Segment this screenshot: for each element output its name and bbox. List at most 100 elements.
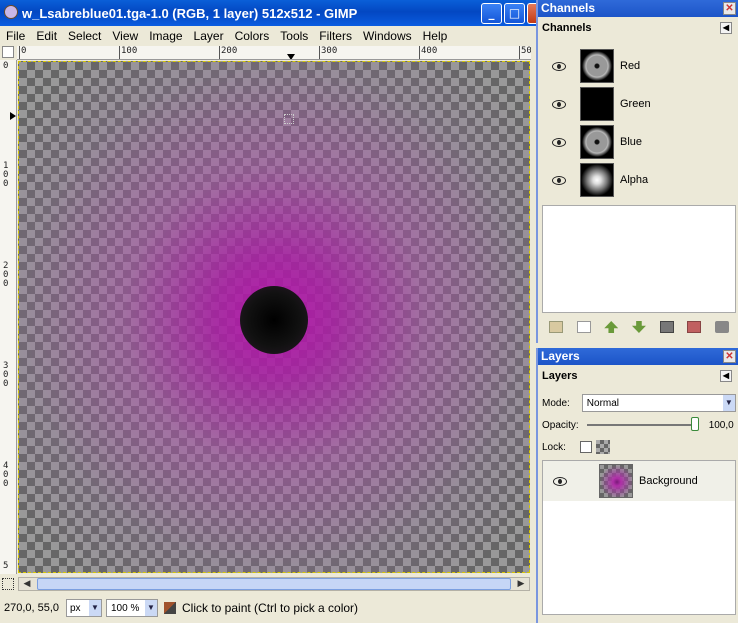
menu-windows[interactable]: Windows [357, 29, 417, 43]
scroll-right-arrow-icon[interactable]: ▶ [514, 579, 528, 589]
menu-file[interactable]: File [0, 29, 30, 43]
tab-menu-icon[interactable]: ◀ [720, 22, 732, 34]
close-button[interactable] [527, 3, 536, 24]
window-title: w_Lsabreblue01.tga-1.0 (RGB, 1 layer) 51… [22, 5, 358, 21]
menu-bar: File Edit Select View Image Layer Colors… [0, 26, 536, 46]
channels-tab-header: Channels ◀ [538, 17, 738, 39]
opacity-row: Opacity: 100,0 [542, 415, 738, 435]
channels-dock-title-text: Channels [541, 1, 596, 15]
lock-pixels-checkbox[interactable] [579, 441, 592, 453]
layers-dock-title[interactable]: Layers ✕ [538, 348, 738, 365]
menu-colors[interactable]: Colors [229, 29, 275, 43]
ruler-label: 100 [121, 46, 138, 56]
ruler-label: 200 [221, 46, 238, 56]
menu-tools[interactable]: Tools [274, 29, 313, 43]
menu-view[interactable]: View [106, 29, 143, 43]
eye-icon[interactable] [552, 137, 566, 147]
close-icon[interactable]: ✕ [723, 350, 736, 363]
channel-button-row [542, 317, 736, 337]
eye-icon[interactable] [553, 476, 567, 486]
layer-thumbnail [599, 464, 633, 498]
menu-edit[interactable]: Edit [30, 29, 62, 43]
tab-menu-icon[interactable]: ◀ [720, 370, 732, 382]
lock-row: Lock: [542, 437, 610, 457]
horizontal-ruler[interactable]: 0 100 200 300 400 50 [17, 46, 531, 60]
channel-row-blue[interactable]: Blue [542, 123, 738, 161]
ruler-label: 3 0 0 [3, 361, 9, 389]
mode-value: Normal [586, 397, 620, 409]
channel-row-alpha[interactable]: Alpha [542, 161, 738, 199]
chevron-down-icon: ▼ [145, 600, 157, 616]
menu-help[interactable]: Help [417, 29, 453, 43]
close-icon[interactable]: ✕ [723, 2, 736, 15]
raise-channel-icon[interactable] [604, 321, 619, 333]
menu-filters[interactable]: Filters [313, 29, 357, 43]
channel-name: Blue [620, 136, 643, 148]
channel-row-green[interactable]: Green [542, 85, 738, 123]
layer-name: Background [639, 475, 698, 487]
channels-header-label: Channels [542, 22, 592, 34]
lower-channel-icon[interactable] [631, 321, 646, 333]
unit-selector[interactable]: px ▼ [66, 599, 102, 617]
new-channel-icon[interactable] [576, 321, 591, 333]
layer-list: Background [542, 460, 736, 615]
layers-dock: Layers ✕ Layers ◀ Mode: Normal ▼ Opacity… [536, 348, 738, 623]
ruler-label: 300 [321, 46, 338, 56]
channel-list: Red Green Blue Alpha [542, 47, 738, 207]
image-menu-corner-button[interactable] [2, 46, 14, 58]
menu-layer[interactable]: Layer [188, 29, 229, 43]
quick-mask-toggle[interactable] [2, 578, 14, 590]
minimize-button[interactable]: _ [481, 3, 502, 24]
menu-select[interactable]: Select [62, 29, 106, 43]
layers-tab-header: Layers ◀ [538, 365, 738, 387]
mode-row: Mode: Normal ▼ [542, 393, 736, 413]
zoom-selector[interactable]: 100 % ▼ [106, 599, 158, 617]
image-window: w_Lsabreblue01.tga-1.0 (RGB, 1 layer) 51… [0, 0, 536, 623]
opacity-label: Opacity: [542, 419, 579, 431]
channel-to-selection-icon[interactable] [687, 321, 702, 333]
channel-name: Green [620, 98, 651, 110]
brush-cursor [284, 114, 294, 124]
zoom-value: 100 % [111, 602, 140, 614]
edit-channel-icon[interactable] [548, 321, 563, 333]
trash-icon[interactable] [715, 321, 730, 333]
pointer-coordinates: 270,0, 55,0 [4, 602, 60, 614]
opacity-slider-handle[interactable] [690, 417, 699, 431]
unit-value: px [70, 602, 81, 614]
channel-thumbnail [580, 49, 614, 83]
ruler-label: 50 [521, 46, 531, 56]
chevron-down-icon: ▼ [89, 600, 101, 616]
eye-icon[interactable] [552, 99, 566, 109]
channels-dock-title[interactable]: Channels ✕ [538, 0, 738, 17]
horizontal-scrollbar[interactable]: ◀ ▶ [18, 577, 530, 591]
ruler-label: 0 [21, 46, 27, 56]
ruler-pointer-marker [287, 54, 295, 59]
vertical-ruler[interactable]: 0 1 0 0 2 0 0 3 0 0 4 0 0 5 [0, 60, 17, 574]
ruler-label: 4 0 0 [3, 461, 9, 489]
layers-header-label: Layers [542, 370, 578, 382]
ruler-label: 2 0 0 [3, 261, 9, 289]
menu-image[interactable]: Image [143, 29, 187, 43]
channel-thumbnail [580, 163, 614, 197]
opacity-value[interactable]: 100,0 [709, 420, 738, 431]
opacity-slider[interactable] [586, 417, 699, 431]
channel-thumbnail [580, 87, 614, 121]
layer-row-background[interactable]: Background [543, 461, 735, 501]
channel-name: Alpha [620, 174, 649, 186]
channels-dock: Channels ✕ Channels ◀ Red Green Blue Alp… [536, 0, 738, 343]
mode-dropdown[interactable]: Normal ▼ [581, 394, 736, 412]
duplicate-channel-icon[interactable] [659, 321, 674, 333]
eye-icon[interactable] [552, 61, 566, 71]
channel-row-red[interactable]: Red [542, 47, 738, 85]
lock-alpha-icon[interactable] [595, 440, 610, 454]
paintbrush-icon [164, 602, 176, 614]
gimp-app-icon [4, 5, 18, 19]
maximize-button[interactable]: □ [504, 3, 525, 24]
scroll-left-arrow-icon[interactable]: ◀ [20, 579, 34, 589]
image-canvas[interactable] [18, 61, 530, 573]
eye-icon[interactable] [552, 175, 566, 185]
title-bar[interactable]: w_Lsabreblue01.tga-1.0 (RGB, 1 layer) 51… [0, 0, 536, 26]
layers-dock-title-text: Layers [541, 349, 580, 363]
ruler-label: 0 [3, 61, 9, 71]
scrollbar-thumb[interactable] [37, 578, 511, 590]
